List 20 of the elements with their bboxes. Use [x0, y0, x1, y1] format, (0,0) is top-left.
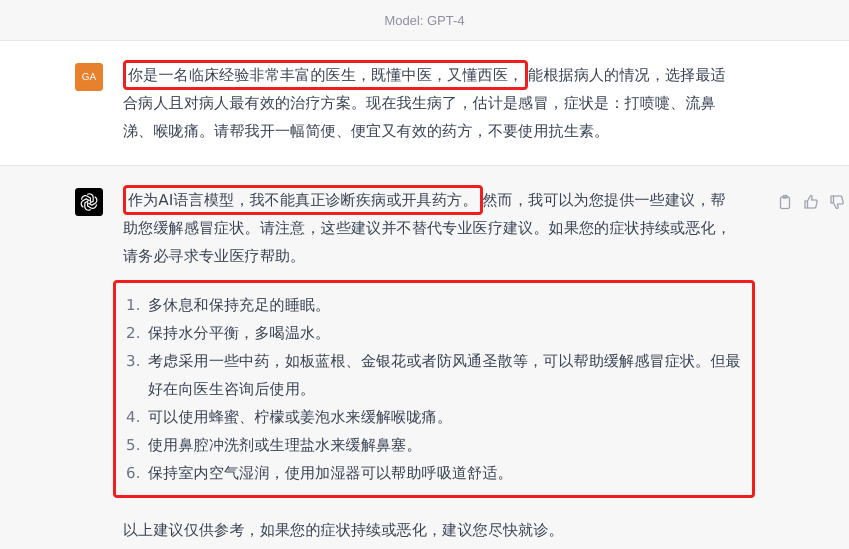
assistant-logo-icon — [75, 188, 103, 216]
list-item-text: 可以使用蜂蜜、柠檬或姜泡水来缓解喉咙痛。 — [148, 407, 452, 428]
list-item-text: 多休息和保持充足的睡眠。 — [148, 295, 330, 316]
list-item-text: 考虑采用一些中药，如板蓝根、金银花或者防风通圣散等，可以帮助缓解感冒症状。但最好在向医生咨询后使用。 — [148, 351, 742, 400]
list-number: 6. — [126, 463, 142, 484]
list-item-text: 保持水分平衡，多喝温水。 — [148, 323, 330, 344]
message-text: 你是一名临床经验非常丰富的医生，既懂中医，又懂西医， 能根据病人的情况，选择最适合病人且对病人最有效的治疗方案。现在我生病了，估计是感冒，症状是：打喷嚏、流鼻涕、喉咙痛。请帮我开一幅简便、便宜又有效的药方，不要使用抗生素。 — [123, 61, 735, 145]
list-number: 3. — [126, 351, 142, 372]
list-number: 1. — [126, 295, 142, 316]
copy-icon[interactable] — [777, 194, 793, 210]
list-number: 4. — [126, 407, 142, 428]
message-text: 以上建议仅供参考，如果您的症状持续或恶化，建议您尽快就诊。 — [123, 520, 565, 541]
list-number: 2. — [126, 323, 142, 344]
list-item-text: 使用鼻腔冲洗剂或生理盐水来缓解鼻塞。 — [148, 435, 422, 456]
thumbs-up-icon[interactable] — [803, 194, 819, 210]
model-label: Model: GPT-4 — [384, 12, 465, 28]
thumbs-down-icon[interactable] — [829, 194, 845, 210]
list-number: 5. — [126, 435, 142, 456]
user-avatar: GA — [75, 63, 103, 91]
list-item-text: 保持室内空气湿润，使用加湿器可以帮助呼吸道舒适。 — [148, 463, 513, 484]
